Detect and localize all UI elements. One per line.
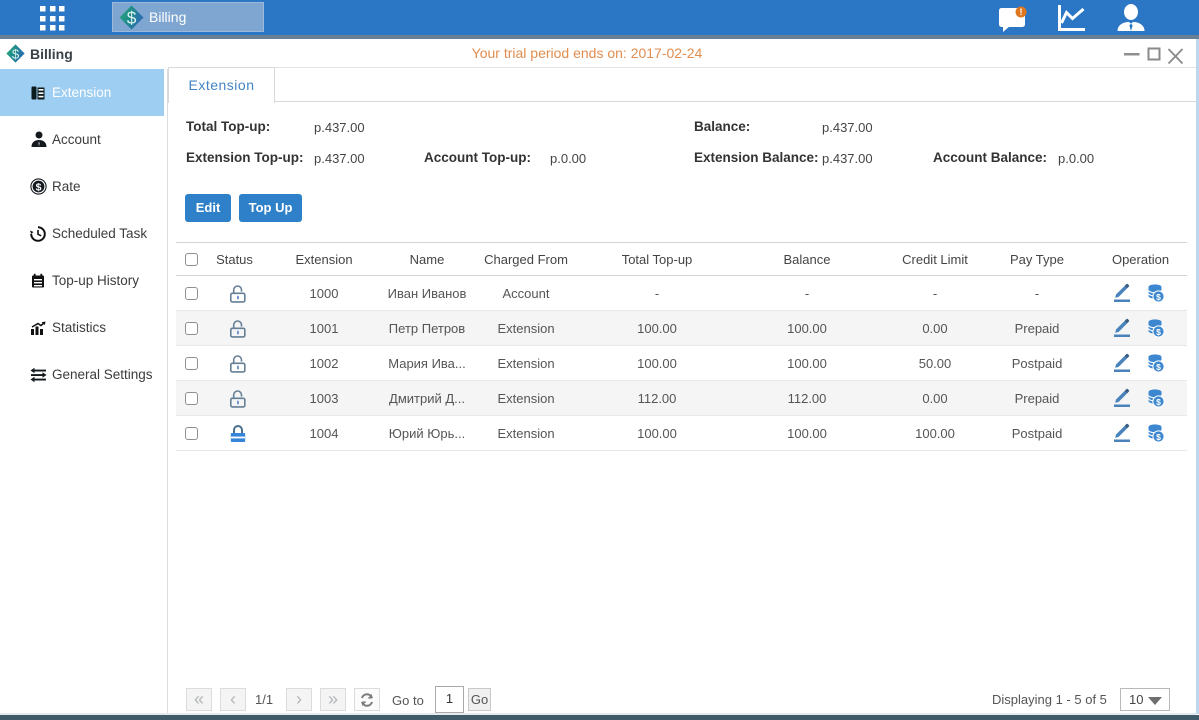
svg-text:!: ! <box>1020 7 1023 17</box>
svg-text:$: $ <box>1156 292 1161 302</box>
svg-text:$: $ <box>1156 327 1161 337</box>
svg-text:$: $ <box>36 181 42 193</box>
svg-text:$: $ <box>1156 432 1161 442</box>
svg-text:$: $ <box>127 7 137 27</box>
svg-text:$: $ <box>1156 362 1161 372</box>
svg-text:$: $ <box>1156 397 1161 407</box>
